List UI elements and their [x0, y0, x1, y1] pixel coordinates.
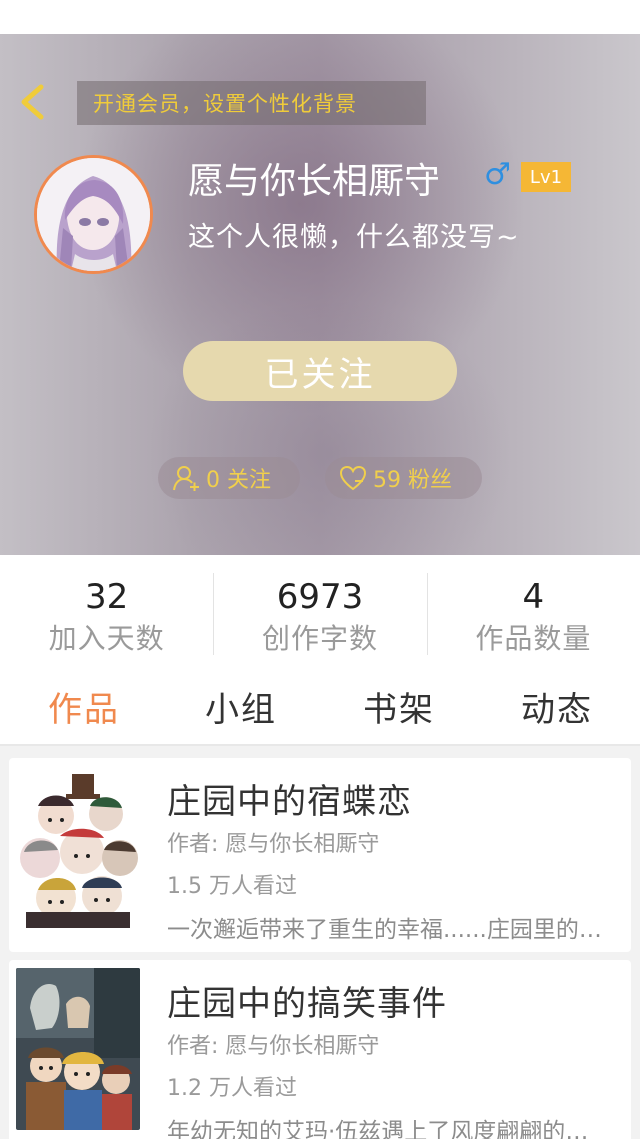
stat-value: 6973	[276, 577, 364, 617]
user-bio: 这个人很懒，什么都没写~	[188, 222, 520, 253]
status-bar	[0, 0, 640, 34]
username: 愿与你长相厮守	[188, 161, 441, 202]
tab-bookshelf[interactable]: 书架	[363, 682, 435, 731]
work-title: 庄园中的宿蝶恋	[167, 782, 412, 822]
work-views: 1.2 万人看过	[167, 1076, 297, 1101]
tab-groups[interactable]: 小组	[205, 682, 277, 731]
work-views: 1.5 万人看过	[167, 874, 297, 899]
stat-join-days: 32 加入天数	[0, 555, 213, 668]
heart-icon	[339, 465, 367, 491]
male-gender-icon: ♂	[484, 157, 511, 192]
stat-label: 加入天数	[48, 622, 165, 655]
avatar-image	[37, 158, 150, 271]
followed-button[interactable]: 已关注	[183, 341, 457, 401]
tab-activity[interactable]: 动态	[521, 682, 593, 731]
work-author: 作者: 愿与你长相厮守	[167, 1034, 380, 1059]
work-cover-image	[16, 968, 140, 1130]
stat-value: 4	[522, 577, 545, 617]
following-count-label: 0 关注	[206, 468, 271, 493]
stat-word-count: 6973 创作字数	[213, 555, 426, 668]
work-title: 庄园中的搞笑事件	[167, 984, 447, 1024]
fans-count-label: 59 粉丝	[373, 468, 452, 493]
stat-label: 作品数量	[475, 622, 592, 655]
fans-count-button[interactable]: 59 粉丝	[325, 457, 482, 499]
back-button[interactable]	[14, 82, 54, 122]
work-author: 作者: 愿与你长相厮守	[167, 832, 380, 857]
stats-bar: 32 加入天数 6973 创作字数 4 作品数量	[0, 555, 640, 668]
profile-tabs: 作品 小组 书架 动态	[0, 668, 640, 746]
user-add-icon	[173, 466, 199, 491]
profile-header: 开通会员，设置个性化背景 愿与你长相厮守 ♂ Lv1 这个人很懒，什么都没写~ …	[0, 34, 640, 555]
chevron-left-icon	[21, 84, 44, 120]
stat-value: 32	[85, 577, 129, 617]
stat-label: 创作字数	[261, 622, 378, 655]
work-description: 一次邂逅带来了重生的幸福......庄园里的故事	[167, 917, 607, 943]
following-count-button[interactable]: 0 关注	[158, 457, 300, 499]
work-card[interactable]: 庄园中的搞笑事件 作者: 愿与你长相厮守 1.2 万人看过 年幼无知的艾玛·伍兹…	[9, 960, 631, 1139]
tab-works[interactable]: 作品	[48, 682, 120, 731]
stat-works-count: 4 作品数量	[426, 555, 640, 668]
work-cover-image	[16, 766, 140, 928]
vip-background-banner[interactable]: 开通会员，设置个性化背景	[77, 81, 426, 125]
avatar[interactable]	[34, 155, 153, 274]
work-card[interactable]: 庄园中的宿蝶恋 作者: 愿与你长相厮守 1.5 万人看过 一次邂逅带来了重生的幸…	[9, 758, 631, 952]
work-description: 年幼无知的艾玛·伍兹遇上了风度翩翩的绅士	[167, 1119, 607, 1139]
level-badge: Lv1	[521, 162, 571, 192]
